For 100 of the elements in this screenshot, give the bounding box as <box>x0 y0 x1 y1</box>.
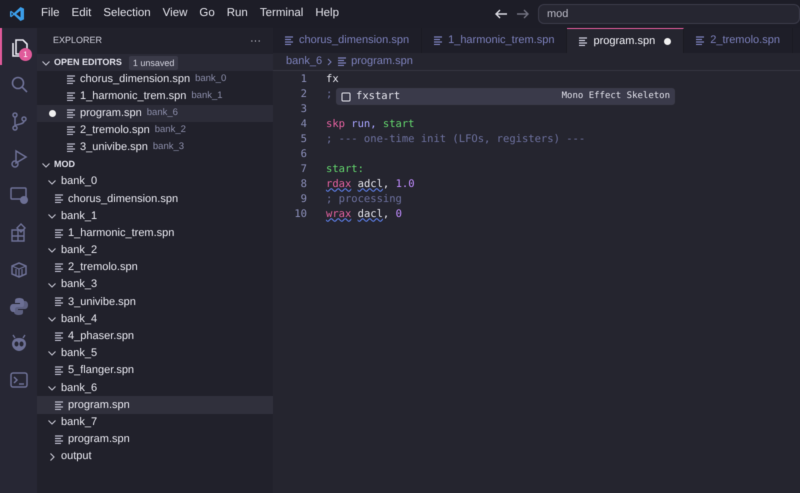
code-line: ; processing <box>326 192 402 207</box>
line-number: 1 <box>300 72 307 87</box>
app-logo-icon[interactable] <box>9 6 25 22</box>
folder-hint: bank_0 <box>195 72 226 86</box>
line-number: 8 <box>300 176 307 192</box>
file-lines-icon <box>579 36 588 46</box>
editor-tab[interactable]: program.spn <box>567 28 684 53</box>
document-row[interactable]: program.spn <box>37 430 273 448</box>
file-lines-icon <box>338 57 348 66</box>
open-editor-item[interactable]: 2_tremolo.spn bank_2 <box>37 122 273 139</box>
folder-hint: bank_2 <box>154 123 186 138</box>
search-field[interactable]: mod <box>538 4 800 24</box>
unsaved-badge: 1 unsaved <box>128 56 178 70</box>
line-number: 6 <box>300 146 307 162</box>
file-lines-icon <box>55 263 64 272</box>
document-row[interactable]: 4_phaser.spn <box>37 328 273 345</box>
chevron-down-icon <box>47 417 57 428</box>
open-editor-item[interactable]: program.spn bank_6 <box>37 105 273 122</box>
document-row[interactable]: 1_harmonic_trem.spn <box>37 224 273 242</box>
folder-hint: bank_3 <box>152 140 184 154</box>
square-icon <box>341 92 351 102</box>
file-lines-icon <box>55 332 64 341</box>
notification-badge: 1 <box>19 48 32 61</box>
file-lines-icon <box>67 143 76 152</box>
python-icon[interactable] <box>8 296 28 316</box>
chevron-down-icon <box>47 314 57 324</box>
folder-hint: bank_1 <box>191 89 223 104</box>
menu-item[interactable]: Terminal <box>254 5 310 23</box>
open-editor-item[interactable]: 1_harmonic_trem.spn bank_1 <box>37 88 273 105</box>
files-icon[interactable] <box>10 36 30 56</box>
chevron-down-icon <box>47 245 57 256</box>
forward-arrow-icon[interactable] <box>516 7 530 21</box>
document-row[interactable]: program.spn <box>37 396 273 414</box>
chevron-right-icon <box>47 452 57 462</box>
line-number: 4 <box>300 116 307 132</box>
folder-row[interactable]: bank_4 <box>37 310 273 328</box>
file-lines-icon <box>67 92 76 101</box>
breadcrumb-item[interactable]: bank_6 <box>286 53 322 70</box>
folder-row[interactable]: bank_6 <box>37 379 273 396</box>
monitor-icon[interactable] <box>8 184 28 204</box>
play-bug-icon[interactable] <box>8 148 28 168</box>
code-line: fx <box>326 72 339 87</box>
search-icon[interactable] <box>8 74 28 94</box>
code-line: ; --- one-time init (LFOs, registers) --- <box>326 132 586 147</box>
menu-item[interactable]: Run <box>220 5 254 23</box>
folder-hint: bank_6 <box>146 106 178 120</box>
file-lines-icon <box>55 297 64 306</box>
menu-item[interactable]: File <box>35 5 66 23</box>
document-row[interactable]: 3_univibe.spn <box>37 293 273 310</box>
file-lines-icon <box>55 194 64 204</box>
file-lines-icon <box>285 36 294 45</box>
more-actions-button[interactable]: ··· <box>250 32 261 50</box>
folder-row[interactable]: bank_7 <box>37 414 273 431</box>
folder-row[interactable]: bank_1 <box>37 207 273 225</box>
file-lines-icon <box>434 36 444 45</box>
line-number: 10 <box>293 206 307 222</box>
section-header[interactable]: MOD <box>37 156 273 173</box>
code-line: start: <box>326 162 364 177</box>
file-lines-icon <box>55 434 64 444</box>
breadcrumb-item[interactable]: program.spn <box>351 53 413 70</box>
file-lines-icon <box>55 228 64 238</box>
code-line: skp run, start <box>326 116 415 132</box>
menu-item[interactable]: Go <box>193 5 221 23</box>
file-lines-icon <box>67 75 76 84</box>
folder-row[interactable]: bank_5 <box>37 344 273 362</box>
file-lines-icon <box>696 36 706 45</box>
line-number: 2 <box>300 86 307 102</box>
line-number: 3 <box>300 102 307 117</box>
file-lines-icon <box>55 400 64 410</box>
document-row[interactable]: 2_tremolo.spn <box>37 258 273 276</box>
code-line: wrax dacl, 0 <box>326 206 402 222</box>
folder-row[interactable]: bank_3 <box>37 276 273 294</box>
open-editor-item[interactable]: chorus_dimension.spn bank_0 <box>37 71 273 88</box>
code-line: rdax adcl, 1.0 <box>326 176 415 192</box>
menu-item[interactable]: Selection <box>97 5 157 23</box>
menu-item[interactable]: Help <box>309 5 345 23</box>
back-arrow-icon[interactable] <box>494 7 508 21</box>
suggestion-detail: Mono Effect Skeleton <box>562 90 670 103</box>
folder-row[interactable]: output <box>37 448 273 466</box>
folder-row[interactable]: bank_2 <box>37 242 273 259</box>
line-number: 7 <box>300 162 307 177</box>
line-number: 5 <box>300 132 307 147</box>
code-line: ; <box>326 86 332 102</box>
folder-row[interactable]: bank_0 <box>37 173 273 190</box>
document-row[interactable]: 5_flanger.spn <box>37 362 273 380</box>
terminal-icon[interactable] <box>8 370 28 390</box>
chevron-right-icon <box>326 58 334 66</box>
file-lines-icon <box>67 126 76 135</box>
file-lines-icon <box>55 366 64 376</box>
blocks-icon[interactable] <box>8 222 28 242</box>
open-editor-item[interactable]: 3_univibe.spn bank_3 <box>37 139 273 156</box>
chevron-down-icon <box>47 348 57 358</box>
file-lines-icon <box>67 109 76 118</box>
menu-item[interactable]: Edit <box>66 5 98 23</box>
sidebar-title: EXPLORER <box>53 34 102 48</box>
line-number: 9 <box>300 192 307 207</box>
menu-item[interactable]: View <box>156 5 194 23</box>
suggestion-item[interactable]: fxstart Mono Effect Skeleton <box>336 88 675 105</box>
document-row[interactable]: chorus_dimension.spn <box>37 190 273 208</box>
section-header[interactable]: OPEN EDITORS 1 unsaved <box>37 54 273 71</box>
